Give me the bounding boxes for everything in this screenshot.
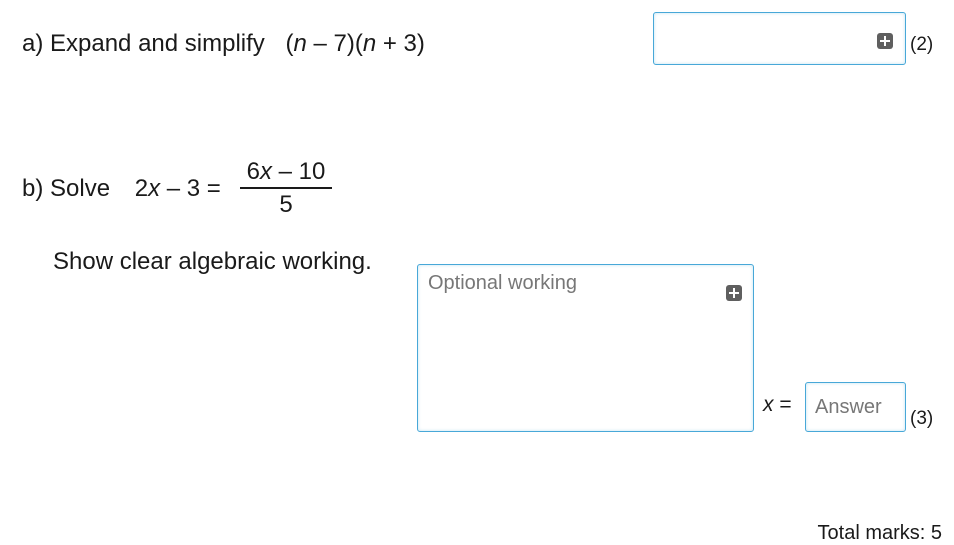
- num-var-x: x: [259, 158, 272, 185]
- answer-variable-label: x =: [763, 391, 792, 419]
- answer-placeholder: Answer: [815, 396, 882, 418]
- expr-end: + 3): [376, 30, 425, 57]
- expand-plus-icon[interactable]: [877, 33, 893, 49]
- working-placeholder: Optional working: [428, 272, 577, 294]
- question-a-prompt: a) Expand and simplify (n – 7)(n + 3): [22, 30, 425, 58]
- lhs-rest: – 3 =: [160, 175, 221, 202]
- expr-var-n1: n: [293, 30, 307, 57]
- total-marks: Total marks: 5: [817, 522, 942, 544]
- expand-plus-icon[interactable]: [726, 285, 742, 301]
- question-b-fraction: 6x – 10 5: [240, 158, 332, 219]
- answer-var-x: x: [763, 393, 774, 416]
- question-b-marks: (3): [910, 408, 934, 429]
- optional-working-textarea[interactable]: Optional working: [417, 264, 754, 432]
- expr-middle: – 7)(: [306, 30, 363, 57]
- question-a-marks: (2): [910, 34, 934, 55]
- question-b-label: b) Solve: [22, 175, 111, 202]
- question-a-expression: (n – 7)(n + 3): [285, 30, 424, 57]
- fraction-bar: [240, 187, 332, 189]
- question-b-answer-input[interactable]: Answer: [805, 382, 906, 432]
- num-coefficient: 6: [246, 158, 260, 185]
- fraction-numerator: 6x – 10: [240, 158, 332, 186]
- question-a-answer-input[interactable]: [653, 12, 906, 65]
- answer-equals: =: [773, 393, 792, 416]
- lhs-var-x: x: [148, 175, 161, 202]
- question-b-prompt: b) Solve 2x – 3 =: [22, 175, 221, 203]
- num-rest: – 10: [271, 158, 326, 185]
- question-b-lhs: 2x – 3 =: [135, 175, 221, 202]
- question-b-instruction: Show clear algebraic working.: [53, 248, 372, 275]
- expr-var-n2: n: [362, 30, 377, 57]
- fraction-denominator: 5: [279, 191, 293, 218]
- question-a-label: a) Expand and simplify: [22, 30, 265, 57]
- lhs-coefficient: 2: [134, 175, 149, 202]
